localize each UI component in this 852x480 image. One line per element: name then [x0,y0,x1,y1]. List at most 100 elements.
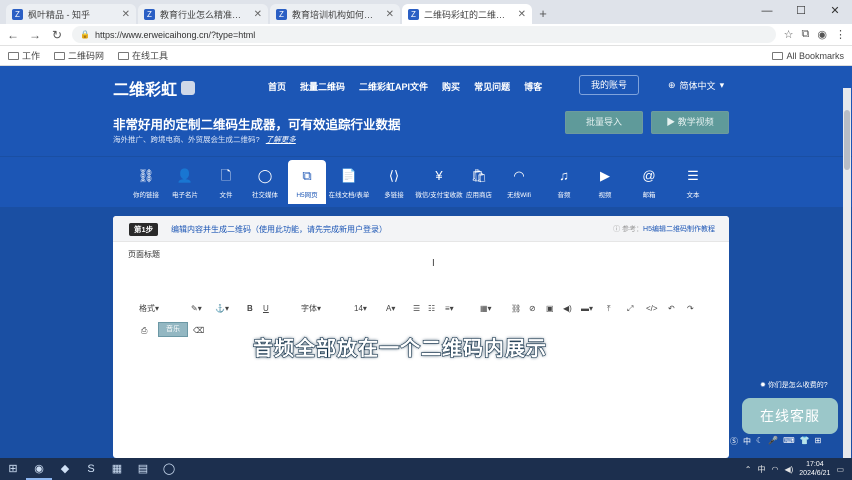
align-icon[interactable]: ≡▾ [445,302,454,316]
tab-close-icon[interactable]: ✕ [122,9,130,20]
qr-type-item[interactable]: ⟨⟩ 多链接 [375,160,413,204]
site-logo[interactable]: 二维彩虹 [113,76,196,100]
learn-more-link[interactable]: 了解更多 [266,135,296,144]
tray-up-icon[interactable]: ⌃ [745,465,752,474]
text-color-icon[interactable]: A▾ [386,302,395,316]
bullet-list-icon[interactable]: ☰ [413,302,420,316]
tab-close-icon[interactable]: ✕ [386,9,394,20]
qr-type-item[interactable]: ◠ 无线Wifi [500,160,538,204]
menu-icon[interactable]: ⋮ [835,28,846,41]
input-method-icon[interactable]: 中 [757,464,765,475]
tab-close-icon[interactable]: ✕ [254,9,262,20]
link-icon[interactable]: ⛓ [511,302,521,316]
qr-type-item[interactable]: 📄 在线文档/表单 [329,160,370,204]
qr-type-item[interactable]: 👤 电子名片 [166,160,204,204]
minimize-button[interactable]: — [750,0,784,22]
table-icon[interactable]: ▦▾ [480,302,492,316]
pricing-help-link[interactable]: ✹ 你们是怎么收费的? [760,380,828,390]
redo-icon[interactable]: ↷ [687,302,694,316]
forward-icon[interactable]: → [28,28,42,42]
browser-tab-active[interactable]: Z 二维码彩虹的二维码生成器 ✕ [402,4,532,24]
all-bookmarks[interactable]: All Bookmarks [772,51,844,61]
bookmark-item[interactable]: 在线工具 [118,49,168,62]
qr-type-item[interactable]: 🛍 应用商店 [460,160,498,204]
print-icon[interactable]: ⎙ [141,324,147,338]
numbered-list-icon[interactable]: ☷ [428,302,435,316]
app-icon[interactable]: ▦ [104,458,130,480]
volume-icon[interactable]: ◀) [784,465,793,474]
language-select[interactable]: ⊕ 简体中文 ▾ [668,79,724,92]
s-icon[interactable]: Ⓢ [730,436,738,450]
scrollbar-thumb[interactable] [844,110,850,170]
profile-icon[interactable]: ◉ [817,28,827,41]
insert-music-button[interactable]: 音乐 [158,322,188,337]
clear-format-icon[interactable]: ⌫ [193,324,204,338]
qr-type-item[interactable]: ¥ 微信/支付宝收款 [415,160,462,204]
bookmark-item[interactable]: 工作 [8,49,40,62]
account-button[interactable]: 我的账号 [579,75,639,95]
video-icon[interactable]: ▬▾ [581,302,593,316]
tab-close-icon[interactable]: ✕ [518,9,526,20]
undo-icon[interactable]: ↶ [668,302,675,316]
menu-item-buy[interactable]: 购买 [442,80,460,93]
back-icon[interactable]: ← [6,28,20,42]
qr-type-item[interactable]: ☰ 文本 [674,160,712,204]
url-field[interactable]: 🔒 https://www.erweicaihong.cn/?type=html [72,26,776,43]
step-instruction[interactable]: 编辑内容并生成二维码（使用此功能，请先完成新用户登录） [171,224,387,235]
image-icon[interactable]: ▣ [546,302,554,316]
notification-icon[interactable]: ▭ [836,465,844,474]
anchor-icon[interactable]: ⚓▾ [215,302,229,316]
browser-tab[interactable]: Z 教育培训机构如何做好引流获客 ✕ [270,4,400,24]
app-icon[interactable]: ◉ [26,458,52,480]
browser-tab[interactable]: Z 教育行业怎么精准获客? 知乎 ✕ [138,4,268,24]
app-icon[interactable]: ▤ [130,458,156,480]
close-window-button[interactable]: ✕ [818,0,852,22]
grid-icon[interactable]: ⊞ [815,436,822,450]
reload-icon[interactable]: ↻ [50,28,64,42]
font-family-select[interactable]: 字体▾ [301,302,321,316]
qr-type-item[interactable]: 🗋 文件 [207,160,245,204]
app-icon[interactable]: S [78,458,104,480]
tutorial-video-button[interactable]: ▶ 教学视频 [651,111,729,134]
code-icon[interactable]: </> [646,302,658,316]
menu-item-blog[interactable]: 博客 [524,80,542,93]
app-icon[interactable]: ◆ [52,458,78,480]
qr-type-item[interactable]: ◯ 社交媒体 [246,160,284,204]
shirt-icon[interactable]: 👕 [800,436,810,450]
underline-button[interactable]: U [263,302,269,316]
translate-icon[interactable]: 中 [743,436,751,450]
mic-icon[interactable]: 🎤 [768,436,778,450]
batch-import-button[interactable]: 批量导入 [565,111,643,134]
menu-item-home[interactable]: 首页 [268,80,286,93]
format-select[interactable]: 格式▾ [139,302,159,316]
star-icon[interactable]: ☆ [784,28,794,41]
moon-icon[interactable]: ☾ [756,436,763,450]
unlink-icon[interactable]: ⊘ [529,302,536,316]
online-support-button[interactable]: 在线客服 [742,398,838,434]
audio-icon[interactable]: ◀) [563,302,572,316]
browser-tab[interactable]: Z 枫叶精品 - 知乎 ✕ [6,4,136,24]
maximize-button[interactable]: ☐ [784,0,818,22]
fullscreen-icon[interactable]: ⤢ [627,302,633,316]
tutorial-link[interactable]: H5编辑二维码制作教程 [643,226,715,233]
new-tab-button[interactable]: + [534,4,552,24]
brush-icon[interactable]: ✎▾ [191,302,202,316]
qr-type-item[interactable]: @ 邮箱 [630,160,668,204]
extensions-icon[interactable]: ⧉ [802,28,810,41]
upload-icon[interactable]: ⤒ [607,302,611,316]
menu-item-api[interactable]: 二维彩虹API文件 [359,80,428,93]
wifi-icon[interactable]: ◠ [771,465,778,474]
start-icon[interactable]: ⊞ [0,458,26,480]
bold-button[interactable]: B [247,302,253,316]
menu-item-batch[interactable]: 批量二维码 [300,80,345,93]
bookmark-item[interactable]: 二维码网 [54,49,104,62]
app-icon[interactable]: ◯ [156,458,182,480]
qr-type-item[interactable]: ⧉ H5网页 [288,160,326,204]
keyboard-icon[interactable]: ⌨ [783,436,795,450]
qr-type-item[interactable]: ⛓ 你的链接 [127,160,165,204]
system-clock[interactable]: 17:04 2024/6/21 [799,460,830,478]
qr-type-item[interactable]: ▶ 视频 [586,160,624,204]
menu-item-faq[interactable]: 常见问题 [474,80,510,93]
font-size-select[interactable]: 14▾ [354,302,367,316]
qr-type-item[interactable]: ♫ 音频 [545,160,583,204]
